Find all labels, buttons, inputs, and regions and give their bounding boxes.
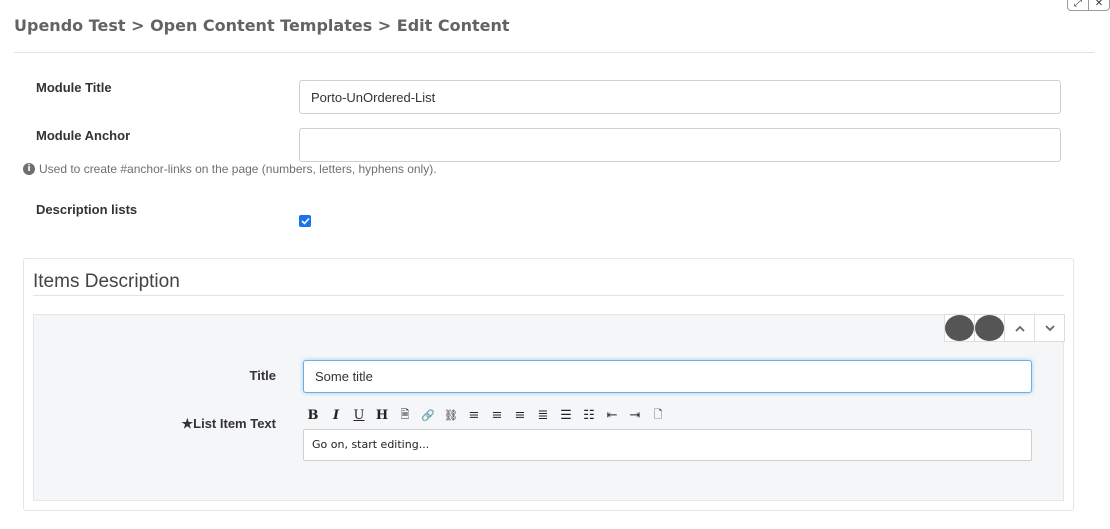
anchor-help-text: i Used to create #anchor-links on the pa… <box>23 162 437 176</box>
italic-icon[interactable]: I <box>326 407 346 424</box>
items-panel-divider <box>33 295 1064 296</box>
checkmark-icon <box>300 217 310 225</box>
info-icon: i <box>23 163 35 175</box>
module-title-input[interactable] <box>299 80 1061 114</box>
item-controls: + − <box>944 314 1065 342</box>
outdent-icon[interactable]: ⇤ <box>602 407 622 424</box>
window-controls: ⤢ ✕ <box>1067 0 1110 11</box>
description-lists-label: Description lists <box>36 202 138 217</box>
list-item-text-editor[interactable]: Go on, start editing... <box>303 429 1032 461</box>
move-down-button[interactable] <box>1034 315 1064 341</box>
breadcrumb: Upendo Test > Open Content Templates > E… <box>14 16 510 35</box>
underline-icon[interactable]: U <box>349 407 369 424</box>
item-title-label: Title <box>249 368 277 383</box>
item-title-input[interactable] <box>303 360 1032 393</box>
unlink-icon[interactable]: ⛓ <box>441 407 461 424</box>
expand-icon[interactable]: ⤢ <box>1068 0 1088 10</box>
move-up-button[interactable] <box>1004 315 1034 341</box>
description-lists-checkbox[interactable] <box>299 215 311 227</box>
align-left-icon[interactable]: ≡ <box>464 407 484 424</box>
chevron-down-icon <box>1044 324 1055 331</box>
bold-icon[interactable]: B <box>303 407 323 424</box>
ordered-list-icon[interactable]: ☷ <box>579 407 599 424</box>
align-justify-icon[interactable]: ≣ <box>533 407 553 424</box>
unordered-list-icon[interactable]: ☰ <box>556 407 576 424</box>
align-center-icon[interactable]: ≡ <box>510 407 530 424</box>
editor-toolbar: B I U H 🗎 🔗 ⛓ ≡ ≡ ≡ ≣ ☰ ☷ ⇤ ⇥ 🗋 <box>303 407 668 424</box>
plus-circle-icon: + <box>945 315 974 341</box>
indent-icon[interactable]: ⇥ <box>625 407 645 424</box>
close-icon[interactable]: ✕ <box>1088 0 1109 10</box>
remove-item-button[interactable]: − <box>974 315 1004 341</box>
module-anchor-input[interactable] <box>299 128 1061 162</box>
paste-icon[interactable]: 🗎 <box>395 407 415 424</box>
align-right-icon[interactable]: ≡ <box>487 407 507 424</box>
items-panel-title: Items Description <box>33 271 180 292</box>
source-code-icon[interactable]: 🗋 <box>648 407 668 424</box>
minus-circle-icon: − <box>975 315 1004 341</box>
module-title-label: Module Title <box>36 80 112 95</box>
heading-icon[interactable]: H <box>372 407 392 424</box>
link-icon[interactable]: 🔗 <box>418 407 438 424</box>
header-divider <box>14 52 1094 53</box>
list-item-text-label: ★List Item Text <box>181 416 277 431</box>
chevron-up-icon <box>1014 325 1025 332</box>
module-anchor-label: Module Anchor <box>36 128 131 143</box>
anchor-help-label: Used to create #anchor-links on the page… <box>39 162 437 176</box>
add-item-button[interactable]: + <box>945 315 974 341</box>
